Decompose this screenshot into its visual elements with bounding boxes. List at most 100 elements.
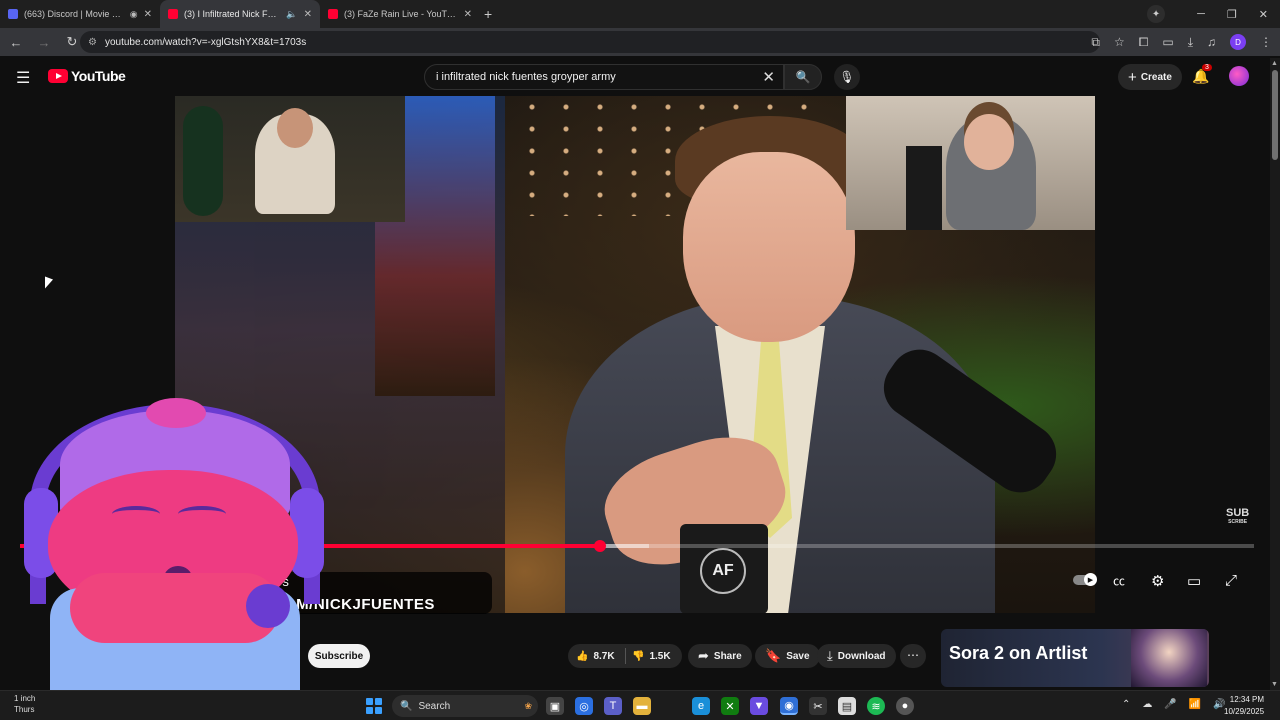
youtube-logo[interactable]: YouTube (48, 68, 126, 84)
captions-icon[interactable]: ㏄ (1113, 572, 1125, 589)
like-count: 8.7K (593, 650, 615, 662)
browser-tab-youtube-video[interactable]: (3) I Infiltrated Nick Fuentes 🔈 ✕ (160, 0, 320, 28)
close-tab-icon[interactable]: ✕ (464, 9, 472, 20)
wifi-icon[interactable]: 📶 (1189, 699, 1201, 710)
cloud-icon[interactable]: ☁ (1142, 699, 1152, 710)
page-scrollbar[interactable]: ▲ ▼ (1270, 58, 1280, 690)
xbox-icon[interactable]: ✕ (721, 697, 739, 715)
dislike-button[interactable]: 👎 1.5K (632, 644, 671, 668)
address-bar[interactable]: ⚙ youtube.com/watch?v=-xglGtshYX8&t=1703… (80, 31, 1100, 53)
close-window-button[interactable]: ✕ (1259, 8, 1268, 21)
subscribe-watermark[interactable]: SUB SCRIBE (1226, 507, 1250, 527)
tab-search-icon[interactable]: ▭ (1162, 35, 1173, 49)
fullscreen-icon[interactable]: ⤢ (1225, 572, 1237, 589)
artlist-ad-banner[interactable]: Sora 2 on Artlist (941, 629, 1209, 687)
share-arrow-icon: ➦ (698, 648, 709, 663)
like-dislike-group: 👍 8.7K 👎 1.5K (568, 644, 682, 668)
back-button[interactable]: ← (4, 35, 28, 50)
downloads-icon[interactable]: ⤓ (1188, 35, 1193, 50)
copilot-icon[interactable]: ◎ (575, 697, 593, 715)
hamburger-menu-icon[interactable]: ☰ (16, 68, 30, 88)
scroll-thumb[interactable] (1272, 70, 1278, 160)
settings-gear-icon[interactable]: ⚙ (1151, 572, 1164, 590)
site-info-icon[interactable]: ⚙ (88, 37, 97, 48)
new-tab-button[interactable]: + (484, 6, 492, 22)
youtube-icon (168, 9, 178, 19)
account-avatar[interactable] (1229, 66, 1249, 86)
vpn-icon[interactable]: ▼ (750, 697, 768, 715)
plus-icon: + (1128, 68, 1137, 86)
more-actions-button[interactable]: ⋯ (900, 644, 926, 668)
autoplay-toggle[interactable] (1073, 573, 1097, 586)
clear-search-icon[interactable]: ✕ (762, 68, 775, 86)
youtube-play-icon (48, 69, 68, 83)
system-tray: ⌃ ☁ 🎤 📶 🔊 (1122, 699, 1226, 710)
recording-icon: ◉ (129, 8, 138, 19)
close-tab-icon[interactable]: ✕ (304, 9, 312, 20)
thumbs-up-icon: 👍 (576, 650, 589, 662)
notification-badge: 3 (1202, 64, 1212, 71)
media-control-icon[interactable]: ♫ (1207, 35, 1216, 49)
browser-extensions: ⧉ ☆ ⧠ ▭ ⤓ ♫ D ⋮ (1091, 28, 1272, 56)
browser-tab-bar: (663) Discord | Movie Thea ◉ ✕ (3) I Inf… (0, 0, 1280, 28)
save-button[interactable]: 🔖 Save (755, 644, 820, 668)
capcut-icon[interactable]: ✂ (809, 697, 827, 715)
scrubber-handle[interactable] (593, 540, 606, 552)
share-button[interactable]: ➦ Share (688, 644, 752, 668)
microphone-icon[interactable]: 🎤 (1164, 699, 1176, 710)
restore-button[interactable]: ❐ (1227, 8, 1237, 21)
start-button[interactable] (366, 698, 382, 714)
notifications-button[interactable]: 🔔 3 (1192, 64, 1212, 85)
search-icon: 🔍 (795, 70, 811, 84)
watermark-line1: SUB (1226, 507, 1250, 519)
chevron-up-icon[interactable]: ⌃ (1122, 699, 1130, 710)
mug: AF (680, 524, 768, 613)
youtube-header: ☰ YouTube i infiltrated nick fuentes gro… (0, 56, 1280, 96)
notepad-icon[interactable]: ▤ (838, 697, 856, 715)
search-input[interactable]: i infiltrated nick fuentes groyper army … (424, 64, 784, 90)
download-label: Download (837, 650, 886, 662)
thumbs-down-icon: 👎 (632, 650, 645, 662)
spotify-icon[interactable]: ≋ (867, 697, 885, 715)
webcam-overlay-left (175, 96, 405, 222)
dislike-count: 1.5K (649, 650, 671, 662)
menu-kebab-icon[interactable]: ⋮ (1260, 35, 1272, 49)
search-highlight-icon: ❀ (524, 700, 532, 711)
theater-mode-icon[interactable]: ▭ (1187, 572, 1201, 590)
browser-tab-discord[interactable]: (663) Discord | Movie Thea ◉ ✕ (0, 0, 160, 28)
logo-text: YouTube (71, 68, 126, 84)
search-button[interactable]: 🔍 (784, 64, 822, 90)
teams-icon[interactable]: T (604, 697, 622, 715)
weather-line2: Thurs (14, 705, 35, 714)
close-tab-icon[interactable]: ✕ (144, 9, 152, 20)
webcam-overlay-right (846, 96, 1095, 230)
like-button[interactable]: 👍 8.7K (576, 644, 615, 668)
taskbar-search[interactable]: 🔍 Search ❀ (392, 695, 538, 717)
chrome-icon[interactable]: ◉ (780, 697, 798, 715)
create-button[interactable]: + Create (1118, 64, 1182, 90)
save-label: Save (786, 650, 810, 662)
voice-search-button[interactable]: 🎙 (834, 64, 860, 90)
weather-widget[interactable]: 1 inch Thurs (14, 693, 35, 715)
mouse-cursor (45, 276, 53, 292)
profile-avatar[interactable]: D (1230, 34, 1246, 50)
scroll-down-icon[interactable]: ▼ (1271, 681, 1278, 688)
extensions-icon[interactable]: ⧠ (1139, 35, 1149, 50)
gemini-icon[interactable]: ✦ (1147, 5, 1166, 23)
minimize-button[interactable]: ─ (1197, 8, 1205, 20)
install-app-icon[interactable]: ⧉ (1091, 35, 1100, 50)
forward-button[interactable]: → (32, 35, 56, 50)
scroll-up-icon[interactable]: ▲ (1271, 60, 1278, 67)
clock[interactable]: 12:34 PM 10/29/2025 (1224, 694, 1264, 718)
obs-icon[interactable]: ● (896, 697, 914, 715)
browser-toolbar: ← → ↻ ⚙ youtube.com/watch?v=-xglGtshYX8&… (0, 28, 1280, 56)
task-view-icon[interactable]: ▣ (546, 697, 564, 715)
audio-icon[interactable]: 🔈 (286, 9, 297, 20)
search-icon: 🔍 (400, 700, 413, 712)
bookmark-icon: 🔖 (765, 648, 782, 663)
bookmark-star-icon[interactable]: ☆ (1114, 35, 1125, 49)
edge-icon[interactable]: e (692, 697, 710, 715)
download-button[interactable]: ⤓ Download (817, 644, 896, 668)
file-explorer-icon[interactable]: ▬ (633, 697, 651, 715)
browser-tab-faze-rain[interactable]: (3) FaZe Rain Live - YouTube ✕ (320, 0, 480, 28)
